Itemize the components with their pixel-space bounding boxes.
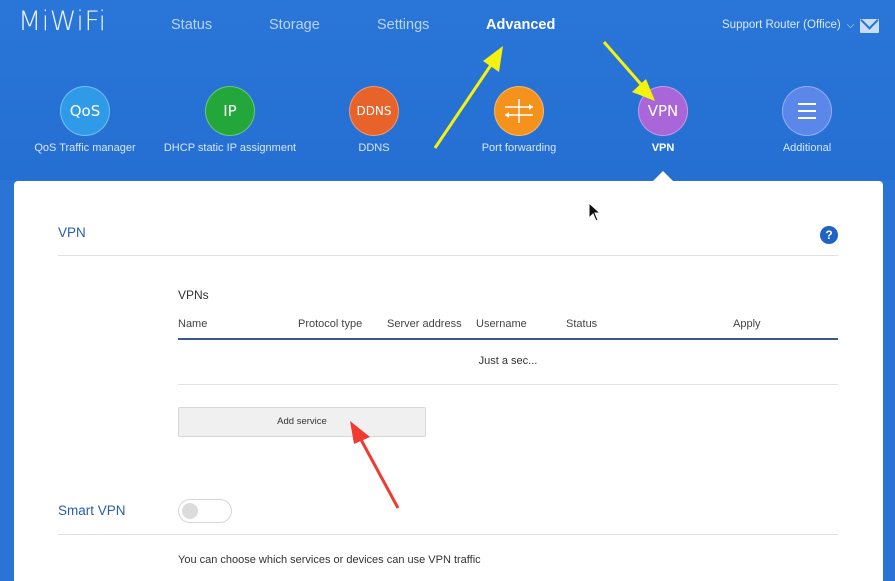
help-icon[interactable]: ? xyxy=(820,226,838,244)
menu-icon xyxy=(782,86,832,136)
smart-vpn-description: You can choose which services or devices… xyxy=(178,554,481,566)
toggle-knob xyxy=(182,503,198,519)
col-name: Name xyxy=(178,318,208,330)
col-server-address: Server address xyxy=(387,318,462,330)
nav-storage[interactable]: Storage xyxy=(269,17,320,33)
port-forwarding-icon xyxy=(494,86,544,136)
tile-qos[interactable]: QoS QoS Traffic manager xyxy=(15,86,155,154)
col-username: Username xyxy=(476,318,527,330)
content-panel: VPN ? VPNs Name Protocol type Server add… xyxy=(14,181,883,581)
qos-icon: QoS xyxy=(60,86,110,136)
smart-vpn-title: Smart VPN xyxy=(58,503,126,518)
mouse-cursor-icon xyxy=(588,202,602,222)
ip-icon: IP xyxy=(205,86,255,136)
nav-advanced[interactable]: Advanced xyxy=(486,17,555,33)
smart-vpn-divider xyxy=(58,534,838,535)
tile-qos-label: QoS Traffic manager xyxy=(34,142,136,154)
top-bar: MiWiFi Status Storage Settings Advanced … xyxy=(0,0,895,181)
section-divider xyxy=(58,255,838,256)
tile-ddns-label: DDNS xyxy=(358,142,390,154)
router-name: Support Router (Office) xyxy=(722,19,841,31)
tile-port-forwarding-label: Port forwarding xyxy=(481,142,557,154)
tile-additional[interactable]: Additional xyxy=(737,86,877,154)
table-header-line xyxy=(178,338,838,340)
tile-additional-label: Additional xyxy=(782,142,832,154)
vpn-section-title: VPN xyxy=(58,225,86,240)
tile-dhcp-label: DHCP static IP assignment xyxy=(163,142,297,154)
ddns-icon: DDNS xyxy=(349,86,399,136)
col-status: Status xyxy=(566,318,598,330)
tile-port-forwarding[interactable]: Port forwarding xyxy=(449,86,589,154)
mail-icon[interactable] xyxy=(860,19,879,33)
vpns-table-title: VPNs xyxy=(178,288,209,302)
col-protocol-type: Protocol type xyxy=(298,318,363,330)
miwifi-logo: MiWiFi xyxy=(18,6,107,37)
add-service-button[interactable]: Add service xyxy=(178,407,426,437)
loading-text: Just a sec... xyxy=(478,355,538,367)
router-selector[interactable]: Support Router (Office) ⌵ xyxy=(722,19,854,31)
col-apply: Apply xyxy=(733,318,761,330)
smart-vpn-toggle[interactable] xyxy=(178,499,232,523)
nav-settings[interactable]: Settings xyxy=(377,17,429,33)
table-row-divider xyxy=(178,384,838,385)
tile-ddns[interactable]: DDNS DDNS xyxy=(304,86,444,154)
vpn-icon: VPN xyxy=(638,86,688,136)
chevron-down-icon: ⌵ xyxy=(846,20,855,31)
tile-vpn[interactable]: VPN VPN xyxy=(593,86,733,154)
tile-dhcp[interactable]: IP DHCP static IP assignment xyxy=(160,86,300,154)
nav-status[interactable]: Status xyxy=(171,17,212,33)
active-tab-caret xyxy=(653,171,673,181)
tile-vpn-label: VPN xyxy=(651,142,675,154)
